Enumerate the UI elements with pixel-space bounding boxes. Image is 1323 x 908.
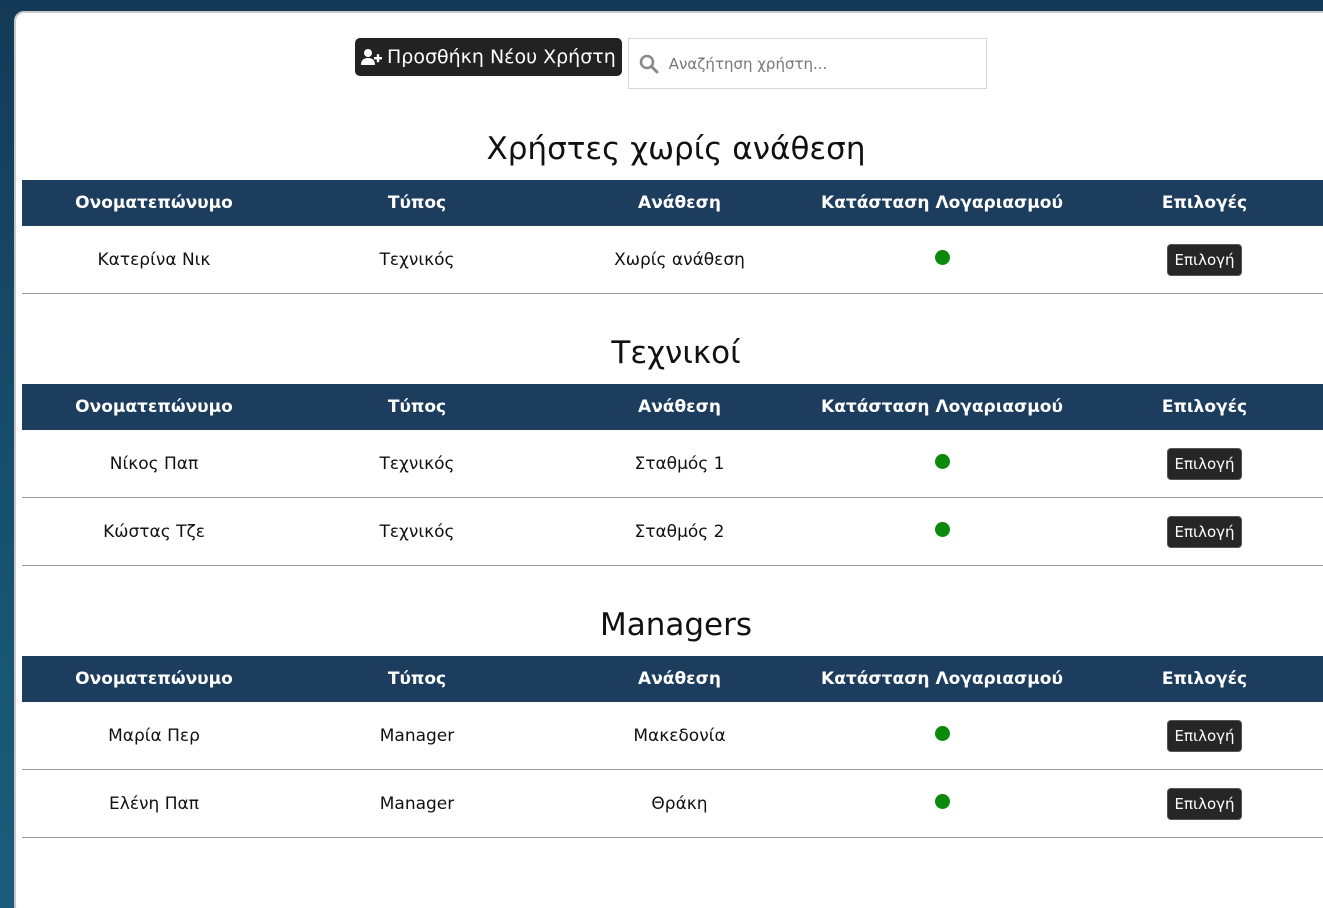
column-header: Επιλογές [1073,384,1323,430]
column-header: Ονοματεπώνυμο [22,656,286,702]
options-cell: Επιλογή [1073,702,1323,770]
user-name: Κατερίνα Νικ [22,226,286,294]
column-header: Ονοματεπώνυμο [22,384,286,430]
account-status-cell [811,430,1073,498]
status-dot-icon [934,725,950,741]
column-header: Κατάσταση Λογαριασμού [811,656,1073,702]
option-button[interactable]: Επιλογή [1167,447,1242,480]
user-assignment: Σταθμός 2 [548,497,811,566]
add-user-button[interactable]: Προσθήκη Νέου Χρήστη [355,38,622,76]
column-header: Ανάθεση [548,384,811,430]
user-type: Manager [286,702,548,770]
status-dot-icon [934,521,950,537]
status-dot-icon [934,249,950,265]
user-assignment: Θράκη [548,769,811,838]
search-icon [639,54,659,73]
user-type: Τεχνικός [286,430,548,498]
user-assignment: Μακεδονία [548,702,811,770]
account-status-cell [811,226,1073,294]
user-name: Νίκος Παπ [22,430,286,498]
option-button[interactable]: Επιλογή [1167,787,1242,820]
table-row: Νίκος Παπ Τεχνικός Σταθμός 1 Επιλογή [22,430,1323,498]
column-header: Κατάσταση Λογαριασμού [811,180,1073,226]
table-row: Κώστας Τζε Τεχνικός Σταθμός 2 Επιλογή [22,497,1323,566]
options-cell: Επιλογή [1073,769,1323,838]
option-button[interactable]: Επιλογή [1167,515,1242,548]
toolbar: Προσθήκη Νέου Χρήστη [355,38,987,89]
column-header: Ονοματεπώνυμο [22,180,286,226]
column-header: Ανάθεση [548,656,811,702]
options-cell: Επιλογή [1073,497,1323,566]
account-status-cell [811,702,1073,770]
section-title: Managers [599,607,753,643]
column-header: Επιλογές [1073,656,1323,702]
column-header: Ανάθεση [548,180,811,226]
option-button[interactable]: Επιλογή [1167,243,1242,276]
main-panel: Προσθήκη Νέου Χρήστη Χρήστες χωρίς ανάθε… [14,11,1323,908]
users-table: Ονοματεπώνυμο Τύπος Ανάθεση Κατάσταση Λογαρ… [22,656,1323,838]
options-cell: Επιλογή [1073,226,1323,294]
column-header: Τύπος [286,180,548,226]
column-header: Τύπος [286,384,548,430]
user-assignment: Σταθμός 1 [548,430,811,498]
users-table: Ονοματεπώνυμο Τύπος Ανάθεση Κατάσταση Λογαρ… [22,384,1323,566]
status-dot-icon [934,453,950,469]
user-name: Μαρία Περ [22,702,286,770]
table-row: Μαρία Περ Manager Μακεδονία Επιλογή [22,702,1323,770]
table-row: Ελένη Παπ Manager Θράκη Επιλογή [22,769,1323,838]
table-header-row: Ονοματεπώνυμο Τύπος Ανάθεση Κατάσταση Λογαρ… [22,384,1323,430]
section-title: Χρήστες χωρίς ανάθεση [486,131,866,167]
add-user-label: Προσθήκη Νέου Χρήστη [387,46,616,68]
options-cell: Επιλογή [1073,430,1323,498]
add-user-icon [361,49,382,65]
column-header: Τύπος [286,656,548,702]
user-assignment: Χωρίς ανάθεση [548,226,811,294]
user-type: Manager [286,769,548,838]
table-header-row: Ονοματεπώνυμο Τύπος Ανάθεση Κατάσταση Λογαρ… [22,656,1323,702]
account-status-cell [811,769,1073,838]
user-name: Ελένη Παπ [22,769,286,838]
table-header-row: Ονοματεπώνυμο Τύπος Ανάθεση Κατάσταση Λογαρ… [22,180,1323,226]
option-button[interactable]: Επιλογή [1167,719,1242,752]
user-type: Τεχνικός [286,226,548,294]
column-header: Επιλογές [1073,180,1323,226]
search-box[interactable] [627,38,987,89]
search-input[interactable] [666,53,961,74]
user-type: Τεχνικός [286,497,548,566]
status-dot-icon [934,793,950,809]
table-row: Κατερίνα Νικ Τεχνικός Χωρίς ανάθεση Επιλογή [22,226,1323,294]
user-name: Κώστας Τζε [22,497,286,566]
users-table: Ονοματεπώνυμο Τύπος Ανάθεση Κατάσταση Λογαρ… [22,180,1323,294]
column-header: Κατάσταση Λογαριασμού [811,384,1073,430]
section-title: Τεχνικοί [611,335,741,371]
account-status-cell [811,497,1073,566]
